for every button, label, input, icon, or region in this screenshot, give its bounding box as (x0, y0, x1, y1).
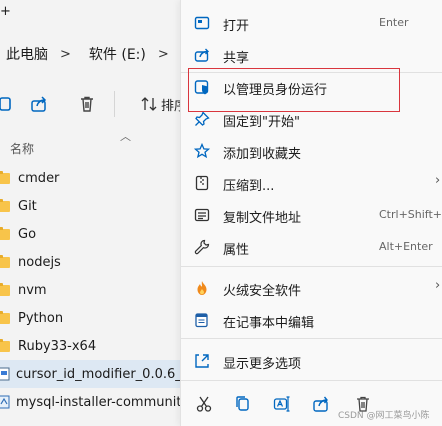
copy-icon[interactable] (0, 93, 16, 115)
menu-item-label: 火绒安全软件 (223, 284, 302, 299)
menu-item-shortcut: Ctrl+Shift+C (379, 208, 442, 221)
menu-item-properties[interactable]: 属性 Alt+Enter (181, 232, 442, 262)
file-name: Ruby33-x64 (18, 338, 97, 354)
star-icon (193, 142, 211, 160)
share-icon[interactable] (311, 394, 331, 414)
folder-icon (0, 282, 10, 296)
context-menu: 打开 Enter 共享 以管理员身份运行 固定到"开始" 添加到收藏夹 压缩到.… (180, 0, 442, 426)
menu-item-label: 压缩到... (223, 179, 275, 194)
menu-item-add-to-favorites[interactable]: 添加到收藏夹 (181, 136, 442, 166)
chevron-right-icon: › (435, 173, 441, 188)
folder-icon (0, 198, 10, 212)
copy-icon[interactable] (233, 394, 253, 414)
list-item[interactable]: Ruby33-x64 (0, 332, 185, 360)
file-name: Git (18, 198, 37, 214)
folder-icon (0, 226, 10, 240)
sort-icon (141, 96, 157, 112)
list-item[interactable]: mysql-installer-community-8 (0, 388, 202, 416)
column-header-name[interactable]: ︿ 名称 (0, 130, 180, 160)
installer-icon (0, 395, 10, 409)
menu-item-label: 显示更多选项 (223, 357, 302, 372)
menu-item-label: 共享 (223, 51, 250, 66)
toolbar-divider (114, 91, 115, 117)
chevron-right-icon: › (435, 278, 441, 293)
menu-item-share[interactable]: 共享 (181, 40, 442, 70)
list-item[interactable]: nodejs (0, 248, 185, 276)
menu-item-compress-to[interactable]: 压缩到... › (181, 168, 442, 198)
list-item[interactable]: nvm (0, 276, 185, 304)
file-icon (0, 367, 10, 381)
menu-item-shortcut: Enter (379, 16, 409, 29)
delete-icon[interactable] (76, 93, 98, 115)
menu-item-label: 固定到"开始" (223, 115, 300, 130)
menu-item-label: 添加到收藏夹 (223, 147, 302, 162)
list-item[interactable]: Go (0, 220, 185, 248)
huorong-icon (193, 279, 211, 297)
file-name: mysql-installer-community-8 (16, 394, 202, 410)
menu-divider (181, 338, 442, 339)
menu-item-label: 打开 (223, 19, 250, 34)
file-list: cmder Git Go nodejs nvm Python Ruby33-x6… (0, 164, 204, 416)
menu-item-huorong[interactable]: 火绒安全软件 › (181, 273, 442, 303)
more-options-icon (193, 352, 211, 370)
menu-item-show-more-options[interactable]: 显示更多选项 (181, 346, 442, 376)
menu-item-edit-in-notepad[interactable]: 在记事本中编辑 (181, 305, 442, 335)
file-name: cursor_id_modifier_0.0.6_win (16, 366, 205, 382)
column-header-label: 名称 (10, 142, 35, 156)
open-icon (193, 14, 211, 32)
folder-icon (0, 254, 10, 268)
menu-item-shortcut: Alt+Enter (379, 240, 433, 253)
wrench-icon (193, 238, 211, 256)
file-name: Go (18, 226, 37, 242)
file-name: nvm (18, 282, 47, 298)
sort-caret-icon: ︿ (120, 130, 131, 143)
list-item[interactable]: Git (0, 192, 185, 220)
breadcrumb-separator[interactable]: > (158, 47, 169, 62)
menu-item-label: 在记事本中编辑 (223, 316, 315, 331)
notepad-icon (193, 311, 211, 329)
annotation-highlight-box (188, 68, 400, 112)
folder-icon (0, 310, 10, 324)
menu-divider (181, 266, 442, 267)
watermark: CSDN @网工菜鸟小陈 (338, 411, 430, 421)
list-item[interactable]: cmder (0, 164, 185, 192)
pin-icon (193, 110, 211, 128)
file-name: cmder (18, 170, 60, 186)
list-item[interactable]: Python (0, 304, 185, 332)
folder-icon (0, 170, 10, 184)
copy-path-icon (193, 206, 211, 224)
zip-icon (193, 174, 211, 192)
folder-icon (0, 338, 10, 352)
share-icon (193, 46, 211, 64)
breadcrumb-separator[interactable]: > (60, 47, 71, 62)
menu-item-copy-path[interactable]: 复制文件地址 Ctrl+Shift+C (181, 200, 442, 230)
share-icon[interactable] (28, 93, 50, 115)
list-item-selected[interactable]: cursor_id_modifier_0.0.6_win (0, 360, 204, 388)
file-name: nodejs (18, 254, 61, 270)
menu-item-label: 属性 (223, 243, 250, 258)
menu-item-label: 复制文件地址 (223, 211, 302, 226)
menu-item-open[interactable]: 打开 Enter (181, 8, 442, 38)
breadcrumb-drive-e[interactable]: 软件 (E:) (89, 44, 146, 64)
title-fragment: + (0, 4, 11, 19)
menu-divider (181, 380, 442, 381)
cut-icon[interactable] (194, 394, 214, 414)
file-name: Python (18, 310, 64, 326)
breadcrumb-this-pc[interactable]: 此电脑 (6, 44, 48, 64)
rename-icon[interactable] (272, 394, 292, 414)
